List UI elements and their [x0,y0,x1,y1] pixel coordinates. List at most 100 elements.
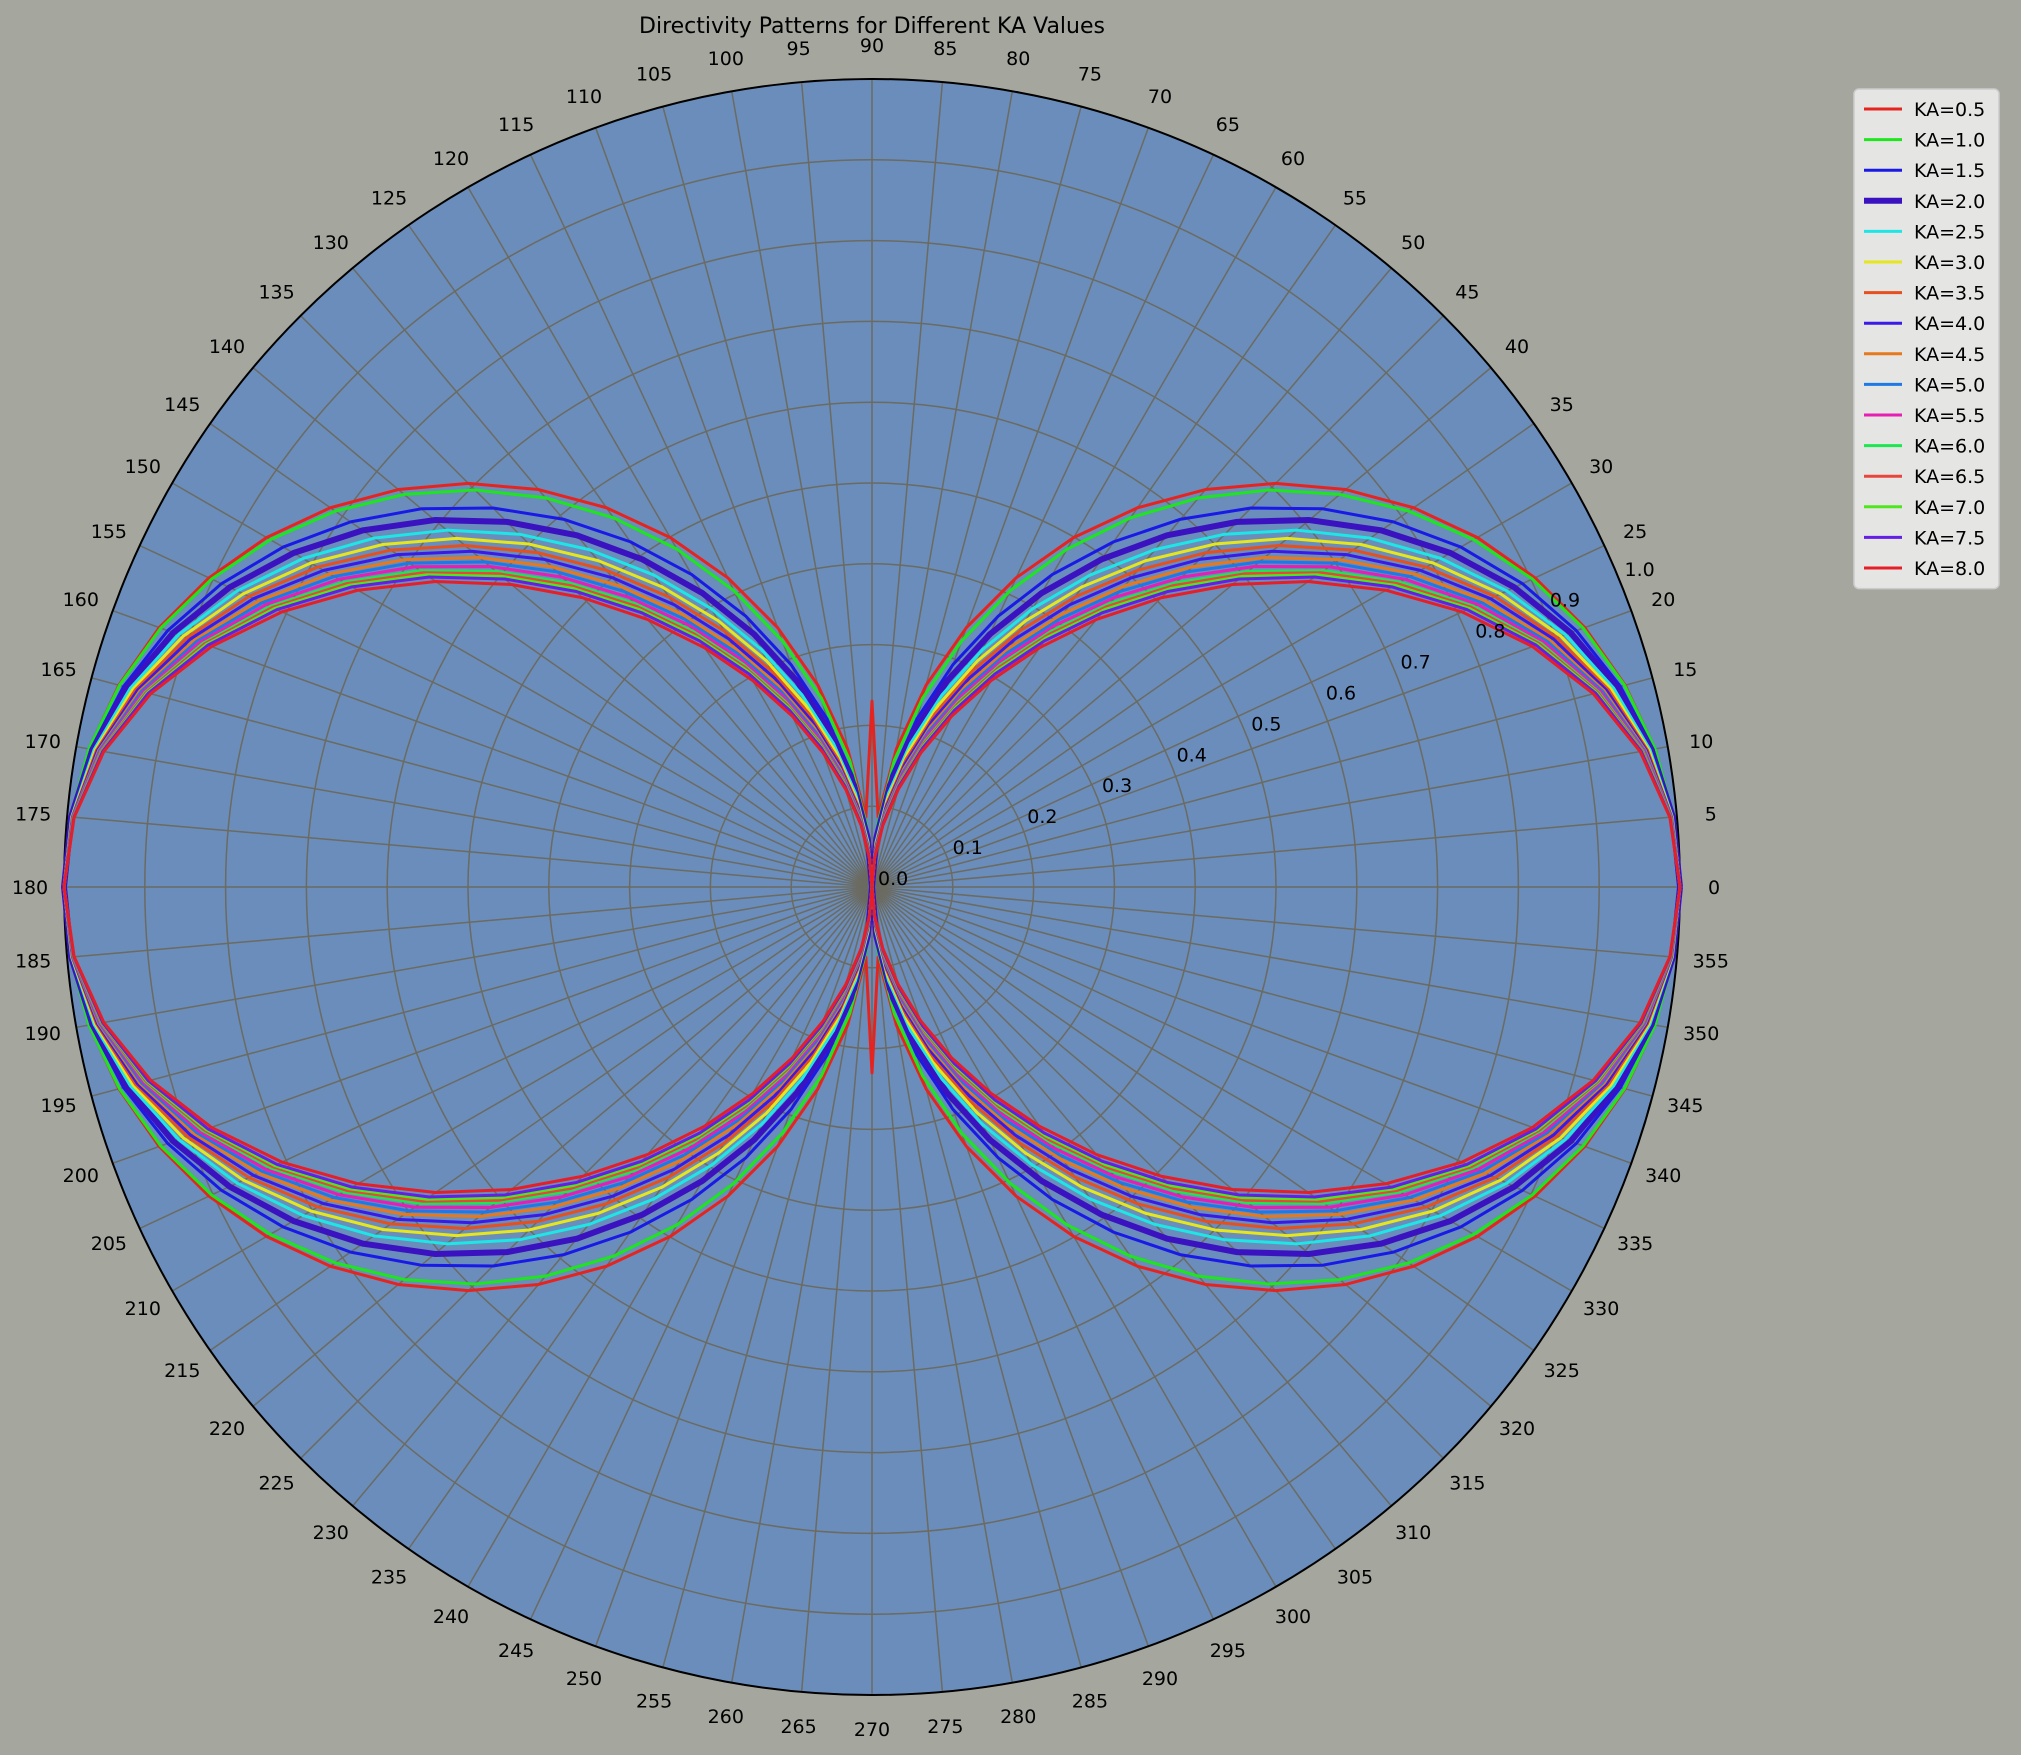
angle-tick-label: 205 [91,1233,127,1255]
legend-label: KA=3.5 [1914,283,1985,305]
radial-tick-label: 0.9 [1550,590,1580,612]
directivity-chart: Directivity Patterns for Different KA Va… [0,0,2021,1751]
angle-tick-label: 175 [15,804,51,826]
angle-tick-label: 220 [209,1418,245,1440]
angle-tick-label: 75 [1078,64,1102,86]
radial-tick-label: 0.5 [1251,713,1281,735]
angle-tick-label: 225 [258,1472,294,1494]
angle-tick-label: 95 [787,38,811,60]
angle-tick-label: 45 [1455,282,1479,304]
legend-label: KA=1.0 [1914,130,1985,152]
legend-label: KA=5.5 [1914,405,1985,427]
angle-tick-label: 295 [1210,1640,1246,1662]
angle-tick-label: 285 [1072,1690,1108,1712]
angle-tick-label: 65 [1216,114,1240,136]
angle-tick-label: 340 [1645,1165,1681,1187]
angle-tick-label: 40 [1505,336,1529,358]
angle-tick-label: 155 [91,521,127,543]
angle-tick-label: 235 [371,1567,407,1589]
angle-tick-label: 315 [1449,1472,1485,1494]
radial-tick-label: 0.8 [1475,621,1505,643]
legend: KA=0.5 KA=1.0 KA=1.5 KA=2.0 KA=2.5 KA=3.0 KA=3… [1853,88,2000,590]
angle-tick-label: 180 [12,877,48,899]
radial-tick-label: 0.6 [1326,682,1356,704]
radial-tick-label: 0.2 [1027,806,1057,828]
legend-label: KA=3.0 [1914,252,1985,274]
angle-tick-label: 0 [1708,877,1720,899]
angle-tick-label: 275 [927,1716,963,1738]
legend-label: KA=8.0 [1914,558,1985,580]
angle-tick-label: 5 [1705,804,1717,826]
angle-tick-label: 60 [1281,148,1305,170]
angle-tick-label: 80 [1006,48,1030,70]
angle-tick-label: 115 [498,114,534,136]
legend-label: KA=4.0 [1914,313,1985,335]
angle-tick-label: 245 [498,1640,534,1662]
angle-tick-label: 20 [1651,589,1675,611]
legend-label: KA=5.0 [1914,374,1985,396]
angle-tick-label: 35 [1550,394,1574,416]
angle-tick-label: 265 [780,1716,816,1738]
angle-tick-label: 25 [1623,521,1647,543]
angle-tick-label: 260 [708,1706,744,1728]
angle-tick-label: 255 [636,1690,672,1712]
radial-tick-label: 0.3 [1102,775,1132,797]
legend-label: KA=6.5 [1914,466,1985,488]
angle-tick-label: 150 [125,456,161,478]
angle-tick-label: 100 [708,48,744,70]
angle-tick-label: 50 [1401,232,1425,254]
angle-tick-label: 70 [1148,86,1172,108]
angle-tick-label: 200 [63,1165,99,1187]
angle-tick-label: 330 [1583,1298,1619,1320]
legend-label: KA=7.0 [1914,497,1985,519]
angle-tick-label: 90 [860,35,884,57]
radial-tick-label: 0.4 [1177,744,1207,766]
angle-tick-label: 160 [63,589,99,611]
legend-label: KA=7.5 [1914,527,1985,549]
angle-tick-label: 250 [566,1668,602,1690]
angle-tick-label: 355 [1693,950,1729,972]
angle-tick-label: 305 [1337,1567,1373,1589]
angle-tick-label: 120 [433,148,469,170]
angle-tick-label: 325 [1544,1360,1580,1382]
angle-tick-label: 345 [1667,1095,1703,1117]
angle-tick-label: 140 [209,336,245,358]
angle-tick-label: 310 [1395,1522,1431,1544]
angle-tick-label: 195 [41,1095,77,1117]
angle-tick-label: 165 [41,659,77,681]
angle-tick-label: 15 [1673,659,1697,681]
angle-tick-label: 105 [636,64,672,86]
legend-label: KA=1.5 [1914,160,1985,182]
angle-tick-label: 240 [433,1606,469,1628]
angle-tick-label: 350 [1683,1023,1719,1045]
angle-tick-label: 290 [1142,1668,1178,1690]
angle-tick-label: 30 [1589,456,1613,478]
radial-tick-label: 0.1 [953,837,983,859]
angle-tick-label: 135 [258,282,294,304]
angle-tick-label: 320 [1499,1418,1535,1440]
angle-tick-label: 145 [164,394,200,416]
angle-tick-label: 185 [15,950,51,972]
angle-tick-label: 335 [1617,1233,1653,1255]
angle-tick-label: 300 [1275,1606,1311,1628]
angle-tick-label: 270 [854,1719,890,1741]
radial-tick-label: 1.0 [1624,559,1654,581]
angle-tick-label: 85 [933,38,957,60]
angle-tick-label: 110 [566,86,602,108]
angle-tick-label: 10 [1689,731,1713,753]
angle-tick-label: 190 [25,1023,61,1045]
legend-label: KA=2.0 [1914,191,1985,213]
angle-tick-label: 230 [313,1522,349,1544]
polar-chart-svg: Directivity Patterns for Different KA Va… [12,14,2000,1741]
radial-tick-label: 0.0 [878,868,908,890]
legend-label: KA=6.0 [1914,436,1985,458]
angle-tick-label: 280 [1000,1706,1036,1728]
angle-tick-label: 170 [25,731,61,753]
angle-tick-label: 55 [1343,187,1367,209]
legend-label: KA=2.5 [1914,221,1985,243]
angle-tick-label: 130 [313,232,349,254]
angle-tick-label: 210 [125,1298,161,1320]
angle-tick-label: 125 [371,187,407,209]
radial-tick-label: 0.7 [1401,652,1431,674]
legend-label: KA=0.5 [1914,99,1985,121]
